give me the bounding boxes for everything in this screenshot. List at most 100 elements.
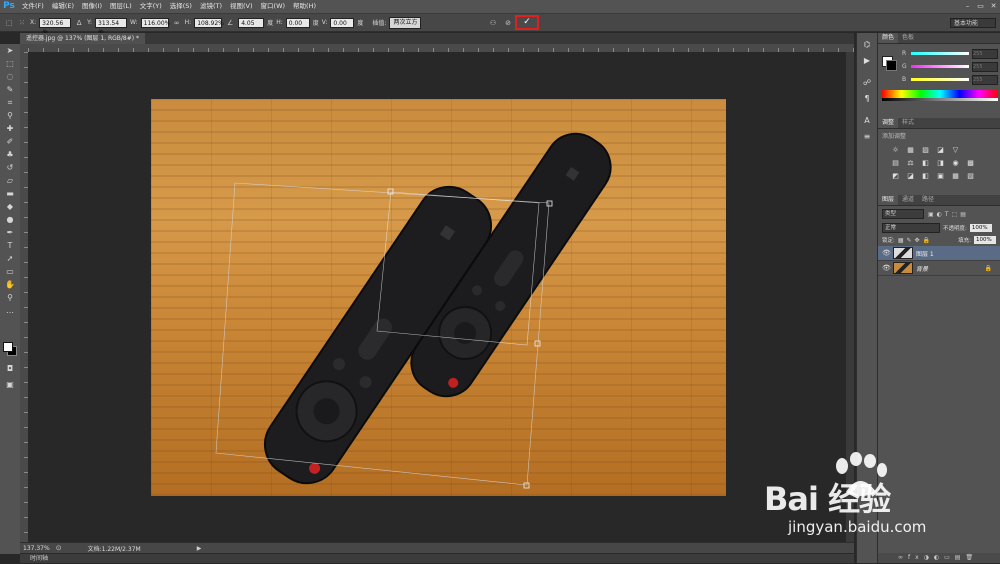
menu-layer[interactable]: 图层(L) [106, 0, 136, 13]
character-panel-icon[interactable]: ☍ [860, 77, 874, 89]
foreground-color-swatch[interactable] [3, 342, 13, 352]
adjustment-icon[interactable] [980, 171, 991, 181]
menu-window[interactable]: 窗口(W) [257, 0, 290, 13]
status-menu-arrow-icon[interactable]: ▶ [197, 545, 202, 552]
adjustment-icon[interactable]: ▦ [950, 171, 961, 181]
link-icon[interactable]: ∞ [172, 18, 182, 28]
menu-view[interactable]: 视图(V) [226, 0, 257, 13]
red-slider[interactable] [911, 52, 969, 55]
minimize-button[interactable]: – [963, 1, 972, 11]
healing-brush-icon[interactable]: ✚ [3, 123, 17, 135]
angle-input[interactable]: 4.05 [238, 17, 265, 28]
status-share-icon[interactable]: ⊙ [56, 544, 62, 552]
menu-file[interactable]: 文件(F) [18, 0, 48, 13]
adjustment-icon[interactable] [980, 158, 991, 168]
zoom-level[interactable]: 137.37% [23, 545, 50, 552]
layer-name[interactable]: 背景 [916, 264, 982, 273]
quick-mask-icon[interactable]: ◘ [3, 363, 17, 375]
fill-input[interactable]: 100% [974, 236, 996, 244]
layer-row-background[interactable]: 👁 背景 🔒 [878, 261, 1000, 276]
menu-image[interactable]: 图像(I) [78, 0, 106, 13]
adjustment-icon[interactable]: ▦ [905, 145, 916, 155]
menu-filter[interactable]: 滤镜(T) [196, 0, 226, 13]
red-value[interactable]: 255 [972, 48, 998, 59]
tab-paths[interactable]: 路径 [918, 195, 938, 205]
adjustment-icon[interactable]: ▨ [920, 145, 931, 155]
tab-adjustments[interactable]: 调整 [878, 118, 899, 128]
properties-panel-icon[interactable]: ≡ [860, 131, 874, 143]
screen-mode-icon[interactable]: ▣ [3, 379, 17, 391]
clone-stamp-icon[interactable]: ♣ [3, 149, 17, 161]
interpolation-select[interactable]: 两次立方 [389, 16, 422, 29]
adjustment-icon[interactable] [980, 145, 991, 155]
cancel-transform-button[interactable]: ⊘ [503, 18, 513, 28]
workspace-select[interactable]: 基本功能 [950, 18, 996, 28]
adjustment-icon[interactable]: ▧ [965, 171, 976, 181]
brush-tool-icon[interactable]: ✐ [3, 136, 17, 148]
vskew-input[interactable]: 0.00 [330, 17, 355, 28]
layer-filter-icons[interactable]: ▣◐T⬚▤ [928, 211, 969, 218]
adjustment-icon[interactable]: ◧ [920, 158, 931, 168]
adjustment-icon[interactable] [965, 145, 976, 155]
tab-swatches[interactable]: 色板 [898, 33, 918, 43]
paragraph-panel-icon[interactable]: ¶ [860, 93, 874, 105]
eyedropper-tool-icon[interactable]: ⚲ [3, 110, 17, 122]
hand-tool-icon[interactable]: ✋ [3, 279, 17, 291]
pen-tool-icon[interactable]: ✒ [3, 227, 17, 239]
opacity-input[interactable]: 100% [969, 224, 992, 232]
brush-panel-icon[interactable]: A [860, 115, 874, 127]
path-select-icon[interactable]: ➚ [3, 253, 17, 265]
menu-type[interactable]: 文字(Y) [136, 0, 166, 13]
timeline-bar[interactable]: 时间轴 [20, 553, 854, 563]
color-spectrum[interactable] [882, 90, 998, 101]
menu-edit[interactable]: 编辑(E) [48, 0, 78, 13]
menu-help[interactable]: 帮助(H) [289, 0, 320, 13]
eraser-tool-icon[interactable]: ▱ [3, 175, 17, 187]
lasso-tool-icon[interactable]: ◌ [3, 71, 17, 83]
history-brush-icon[interactable]: ↺ [3, 162, 17, 174]
hskew-input[interactable]: 0.00 [285, 17, 310, 28]
actions-panel-icon[interactable]: ▶ [860, 55, 874, 67]
adjustment-icon[interactable]: ◨ [935, 158, 946, 168]
adjustment-icon[interactable]: ☼ [890, 145, 901, 155]
blend-mode-select[interactable]: 正常 [882, 223, 940, 233]
eye-icon[interactable]: 👁 [882, 264, 891, 272]
adjustment-icon[interactable]: ◩ [890, 171, 901, 181]
layer-filter-select[interactable]: 类型 [882, 209, 924, 219]
eye-icon[interactable]: 👁 [882, 249, 891, 257]
adjustment-icon[interactable]: ⚖ [905, 158, 916, 168]
blue-slider[interactable] [911, 78, 969, 81]
marquee-tool-icon[interactable]: ⬚ [3, 58, 17, 70]
layer-row-1[interactable]: 👁 图层 1 [878, 246, 1000, 261]
commit-transform-button[interactable]: ✓ [515, 15, 539, 30]
zoom-tool-icon[interactable]: ⚲ [3, 292, 17, 304]
blur-tool-icon[interactable]: ◆ [3, 201, 17, 213]
blue-value[interactable]: 255 [972, 74, 998, 85]
reference-point-icon[interactable]: ⁙ [17, 18, 27, 28]
green-slider[interactable] [911, 65, 969, 68]
y-input[interactable]: 313.54 像 [95, 17, 128, 37]
tab-channels[interactable]: 通道 [898, 195, 918, 205]
layer-name[interactable]: 图层 1 [916, 249, 1000, 258]
adjustment-icon[interactable]: ▩ [965, 158, 976, 168]
tab-color[interactable]: 颜色 [878, 33, 899, 43]
maximize-button[interactable]: ▭ [976, 1, 985, 11]
canvas-area[interactable] [28, 52, 854, 542]
more-tools-icon[interactable]: … [3, 305, 17, 317]
height-input[interactable]: 108.92% [194, 17, 224, 28]
adjustment-icon[interactable]: ▣ [935, 171, 946, 181]
type-tool-icon[interactable]: T [3, 240, 17, 252]
color-bg-preview[interactable] [886, 60, 897, 71]
transform-tool-icon[interactable]: ⬚ [4, 18, 14, 28]
adjustment-icon[interactable]: ▽ [950, 145, 961, 155]
delta-icon[interactable]: Δ [74, 18, 84, 28]
move-tool-icon[interactable]: ➤ [3, 45, 17, 57]
x-input[interactable]: 320.56 像 [39, 17, 72, 37]
lock-icons[interactable]: ▦✎✥🔒 [898, 237, 933, 244]
close-button[interactable]: ✕ [989, 1, 998, 11]
tab-layers[interactable]: 图层 [878, 195, 899, 205]
crop-tool-icon[interactable]: ⌗ [3, 97, 17, 109]
document-tab[interactable]: 遥控器.jpg @ 137% (图层 1, RGB/8#) * [20, 33, 145, 44]
tab-styles[interactable]: 样式 [898, 118, 918, 128]
warp-mode-icon[interactable]: ⚇ [488, 18, 498, 28]
